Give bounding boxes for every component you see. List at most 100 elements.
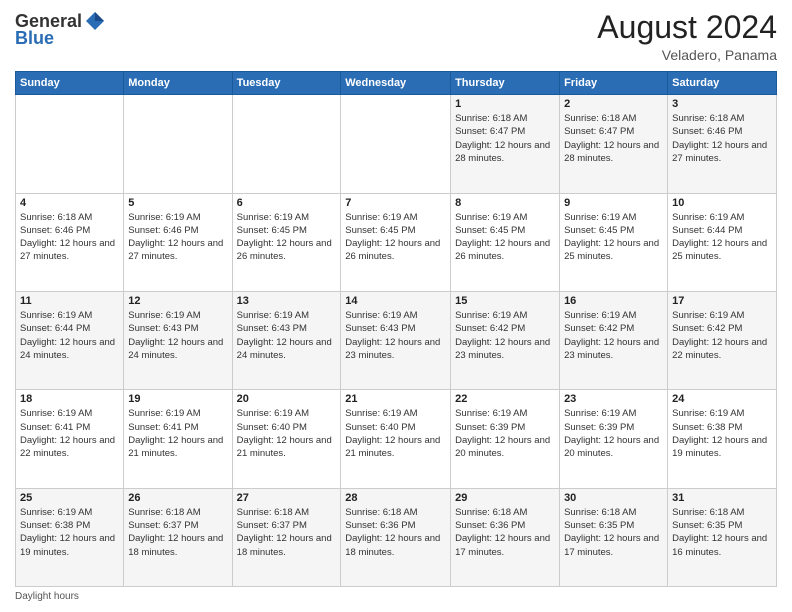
day-info: Sunrise: 6:19 AMSunset: 6:40 PMDaylight:… — [237, 407, 337, 460]
day-cell: 28Sunrise: 6:18 AMSunset: 6:36 PMDayligh… — [341, 488, 451, 586]
day-info: Sunrise: 6:18 AMSunset: 6:36 PMDaylight:… — [455, 506, 555, 559]
logo-blue-text: Blue — [15, 28, 54, 49]
daylight-label: Daylight hours — [15, 591, 79, 602]
day-info: Sunrise: 6:19 AMSunset: 6:42 PMDaylight:… — [455, 309, 555, 362]
day-info: Sunrise: 6:19 AMSunset: 6:41 PMDaylight:… — [20, 407, 119, 460]
day-info: Sunrise: 6:19 AMSunset: 6:45 PMDaylight:… — [345, 211, 446, 264]
day-number: 7 — [345, 197, 446, 209]
week-row-5: 25 Sunrise: 6:19 AMSunset: 6:38 PMDayligh… — [16, 488, 777, 586]
day-number: 26 — [128, 492, 227, 504]
header: General Blue August 2024 Veladero, Panam… — [15, 10, 777, 63]
day-info: Sunrise: 6:18 AMSunset: 6:46 PMDaylight:… — [20, 211, 119, 264]
day-cell: 14 Sunrise: 6:19 AMSunset: 6:43 PMDayligh… — [341, 291, 451, 389]
col-thursday: Thursday — [451, 72, 560, 95]
day-cell: 8Sunrise: 6:19 AMSunset: 6:45 PMDaylight… — [451, 193, 560, 291]
day-number: 10 — [672, 197, 772, 209]
day-number: 22 — [455, 393, 555, 405]
day-cell: 17 Sunrise: 6:19 AMSunset: 6:42 PMDayligh… — [668, 291, 777, 389]
day-number: 24 — [672, 393, 772, 405]
day-number: 23 — [564, 393, 663, 405]
day-info: Sunrise: 6:19 AMSunset: 6:38 PMDaylight:… — [672, 407, 772, 460]
day-number: 9 — [564, 197, 663, 209]
day-info: Sunrise: 6:19 AMSunset: 6:41 PMDaylight:… — [128, 407, 227, 460]
day-number: 31 — [672, 492, 772, 504]
day-info: Sunrise: 6:19 AMSunset: 6:44 PMDaylight:… — [672, 211, 772, 264]
day-cell: 11 Sunrise: 6:19 AMSunset: 6:44 PMDayligh… — [16, 291, 124, 389]
day-info: Sunrise: 6:18 AMSunset: 6:37 PMDaylight:… — [128, 506, 227, 559]
day-info: Sunrise: 6:19 AMSunset: 6:46 PMDaylight:… — [128, 211, 227, 264]
day-info: Sunrise: 6:18 AMSunset: 6:36 PMDaylight:… — [345, 506, 446, 559]
title-block: August 2024 Veladero, Panama — [597, 10, 777, 63]
day-cell: 2Sunrise: 6:18 AMSunset: 6:47 PMDaylight… — [560, 95, 668, 193]
day-cell: 25 Sunrise: 6:19 AMSunset: 6:38 PMDayligh… — [16, 488, 124, 586]
day-info: Sunrise: 6:19 AMSunset: 6:39 PMDaylight:… — [455, 407, 555, 460]
day-info: Sunrise: 6:19 AMSunset: 6:45 PMDaylight:… — [564, 211, 663, 264]
day-cell: 22 Sunrise: 6:19 AMSunset: 6:39 PMDayligh… — [451, 390, 560, 488]
day-info: Sunrise: 6:19 AMSunset: 6:42 PMDaylight:… — [672, 309, 772, 362]
col-tuesday: Tuesday — [232, 72, 341, 95]
day-number: 30 — [564, 492, 663, 504]
day-cell — [124, 95, 232, 193]
day-info: Sunrise: 6:19 AMSunset: 6:42 PMDaylight:… — [564, 309, 663, 362]
day-number: 5 — [128, 197, 227, 209]
day-number: 15 — [455, 295, 555, 307]
day-cell: 7 Sunrise: 6:19 AMSunset: 6:45 PMDaylight… — [341, 193, 451, 291]
day-number: 14 — [345, 295, 446, 307]
day-info: Sunrise: 6:18 AMSunset: 6:46 PMDaylight:… — [672, 112, 772, 165]
day-cell: 10 Sunrise: 6:19 AMSunset: 6:44 PMDayligh… — [668, 193, 777, 291]
day-cell: 18 Sunrise: 6:19 AMSunset: 6:41 PMDayligh… — [16, 390, 124, 488]
day-cell: 20 Sunrise: 6:19 AMSunset: 6:40 PMDayligh… — [232, 390, 341, 488]
day-info: Sunrise: 6:19 AMSunset: 6:43 PMDaylight:… — [237, 309, 337, 362]
calendar-page: General Blue August 2024 Veladero, Panam… — [0, 0, 792, 612]
day-info: Sunrise: 6:19 AMSunset: 6:45 PMDaylight:… — [237, 211, 337, 264]
day-number: 11 — [20, 295, 119, 307]
col-monday: Monday — [124, 72, 232, 95]
day-cell: 26 Sunrise: 6:18 AMSunset: 6:37 PMDayligh… — [124, 488, 232, 586]
day-number: 1 — [455, 98, 555, 110]
day-cell — [341, 95, 451, 193]
calendar-body: 1 Sunrise: 6:18 AMSunset: 6:47 PMDaylight… — [16, 95, 777, 587]
day-number: 29 — [455, 492, 555, 504]
day-number: 13 — [237, 295, 337, 307]
day-cell — [232, 95, 341, 193]
day-cell: 16Sunrise: 6:19 AMSunset: 6:42 PMDayligh… — [560, 291, 668, 389]
week-row-3: 11 Sunrise: 6:19 AMSunset: 6:44 PMDayligh… — [16, 291, 777, 389]
day-cell: 29 Sunrise: 6:18 AMSunset: 6:36 PMDayligh… — [451, 488, 560, 586]
header-row: Sunday Monday Tuesday Wednesday Thursday… — [16, 72, 777, 95]
day-number: 18 — [20, 393, 119, 405]
col-wednesday: Wednesday — [341, 72, 451, 95]
day-info: Sunrise: 6:19 AMSunset: 6:43 PMDaylight:… — [345, 309, 446, 362]
day-number: 6 — [237, 197, 337, 209]
day-cell: 21Sunrise: 6:19 AMSunset: 6:40 PMDayligh… — [341, 390, 451, 488]
day-cell: 3 Sunrise: 6:18 AMSunset: 6:46 PMDaylight… — [668, 95, 777, 193]
day-info: Sunrise: 6:19 AMSunset: 6:39 PMDaylight:… — [564, 407, 663, 460]
logo-flag-icon — [84, 10, 106, 32]
day-info: Sunrise: 6:19 AMSunset: 6:44 PMDaylight:… — [20, 309, 119, 362]
day-info: Sunrise: 6:19 AMSunset: 6:45 PMDaylight:… — [455, 211, 555, 264]
day-number: 17 — [672, 295, 772, 307]
day-info: Sunrise: 6:19 AMSunset: 6:40 PMDaylight:… — [345, 407, 446, 460]
logo: General Blue — [15, 10, 106, 49]
day-cell: 13 Sunrise: 6:19 AMSunset: 6:43 PMDayligh… — [232, 291, 341, 389]
day-cell: 12Sunrise: 6:19 AMSunset: 6:43 PMDayligh… — [124, 291, 232, 389]
day-info: Sunrise: 6:18 AMSunset: 6:47 PMDaylight:… — [455, 112, 555, 165]
day-info: Sunrise: 6:19 AMSunset: 6:38 PMDaylight:… — [20, 506, 119, 559]
day-cell: 31Sunrise: 6:18 AMSunset: 6:35 PMDayligh… — [668, 488, 777, 586]
day-number: 3 — [672, 98, 772, 110]
day-info: Sunrise: 6:18 AMSunset: 6:37 PMDaylight:… — [237, 506, 337, 559]
week-row-2: 4 Sunrise: 6:18 AMSunset: 6:46 PMDaylight… — [16, 193, 777, 291]
day-cell: 5 Sunrise: 6:19 AMSunset: 6:46 PMDaylight… — [124, 193, 232, 291]
day-cell: 9 Sunrise: 6:19 AMSunset: 6:45 PMDaylight… — [560, 193, 668, 291]
day-cell: 23 Sunrise: 6:19 AMSunset: 6:39 PMDayligh… — [560, 390, 668, 488]
day-cell: 30Sunrise: 6:18 AMSunset: 6:35 PMDayligh… — [560, 488, 668, 586]
week-row-4: 18 Sunrise: 6:19 AMSunset: 6:41 PMDayligh… — [16, 390, 777, 488]
day-number: 27 — [237, 492, 337, 504]
day-number: 2 — [564, 98, 663, 110]
day-number: 25 — [20, 492, 119, 504]
footer: Daylight hours — [15, 591, 777, 602]
col-saturday: Saturday — [668, 72, 777, 95]
day-number: 4 — [20, 197, 119, 209]
day-number: 12 — [128, 295, 227, 307]
day-number: 20 — [237, 393, 337, 405]
day-number: 19 — [128, 393, 227, 405]
